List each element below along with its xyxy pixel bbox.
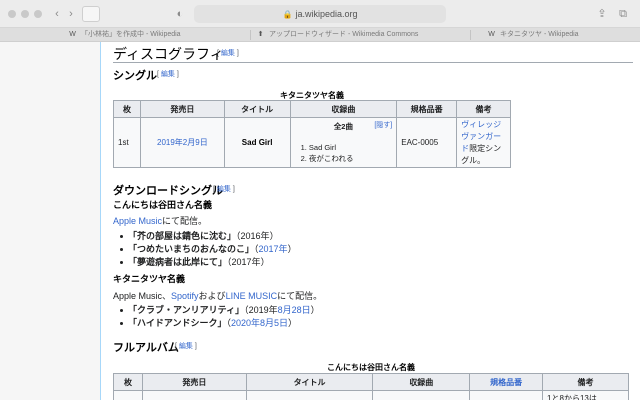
commons-icon: ⬆ xyxy=(257,30,264,38)
group2-intro: Apple Music、SpotifyおよびLINE MUSICにて配信。 xyxy=(113,291,323,301)
full-albums-edit-link[interactable]: [ 編集 ] xyxy=(175,341,197,351)
sidebar-icon[interactable] xyxy=(82,6,100,22)
article-content: ディスコグラフィ [ 編集 ] シングル [ 編集 ] キタニタツヤ名義 枚 発… xyxy=(100,42,640,400)
date-link[interactable]: 8月28日 xyxy=(278,305,311,315)
lock-icon: 🔒 xyxy=(282,10,293,19)
share-icon[interactable]: ⇪ xyxy=(596,6,608,22)
tracklist-cell: 全2曲 [隠す] 1. Sad Girl 2. 夜がこわれる xyxy=(289,117,398,168)
single-note: ヴィレッジヴァンガード限定シングル。 xyxy=(456,117,511,168)
download-singles-edit-link[interactable]: [ 編集 ] xyxy=(213,184,235,194)
col-header: 備考 xyxy=(456,100,511,118)
single-title: Sad Girl xyxy=(223,117,291,168)
tab-draft[interactable]: W 「小林祐」を作成中 - Wikipedia xyxy=(68,28,218,42)
tab-commons-upload[interactable]: ⬆ アップロードウィザード - Wikimedia Commons xyxy=(256,28,436,42)
albums-table: 枚 発売日 タイトル 収録曲 規格品番 備考 1と8から13は xyxy=(113,373,629,400)
forward-icon[interactable]: › xyxy=(64,6,78,22)
close-window-button[interactable] xyxy=(8,10,16,18)
release-date-link[interactable]: 2019年2月9日 xyxy=(139,117,225,168)
catalog-number-link: 規格品番 xyxy=(490,377,523,387)
year-link[interactable]: 2017年 xyxy=(259,244,288,254)
zoom-window-button[interactable] xyxy=(34,10,42,18)
section-title: ディスコグラフィ xyxy=(113,47,224,63)
list-item: 「つめたいまちのおんなのこ」（2017年） xyxy=(119,243,297,256)
section-edit-link[interactable]: [ 編集 ] xyxy=(217,48,239,58)
group1-intro: Apple Musicにて配信。 xyxy=(113,216,208,226)
track-item: 2. 夜がこわれる xyxy=(300,154,354,163)
tab-bar: W 「小林祐」を作成中 - Wikipedia ⬆ アップロードウィザード - Wi… xyxy=(0,28,640,42)
album-note: 1と8から13は xyxy=(542,390,629,400)
download-singles-heading: ダウンロードシングル xyxy=(113,185,223,197)
singles-edit-link[interactable]: [ 編集 ] xyxy=(157,69,179,79)
hide-tracklist-link[interactable]: [隠す] xyxy=(374,120,392,130)
group1-heading: こんにちは谷田さん名義 xyxy=(113,200,213,210)
group1-list: 「芥の部屋は錆色に沈む」（2016年） 「つめたいまちのおんなのこ」（2017年… xyxy=(119,230,297,269)
list-item: 「夢遊病者は此岸にて」（2017年） xyxy=(119,256,297,269)
catalog-number: EAC-0005 xyxy=(396,117,458,168)
wikipedia-icon: W xyxy=(488,30,495,38)
apple-music-link[interactable]: Apple Music xyxy=(113,216,162,226)
col-header: 発売日 xyxy=(139,100,225,118)
list-item: 「芥の部屋は錆色に沈む」（2016年） xyxy=(119,230,297,243)
group2-heading: キタニタツヤ名義 xyxy=(113,274,186,284)
table-row: 1と8から13は xyxy=(113,390,629,400)
tracklist: 1. Sad Girl 2. 夜がこわれる xyxy=(295,142,393,164)
url-text: ja.wikipedia.org xyxy=(295,9,358,19)
tab-overview-icon[interactable]: ⧉ xyxy=(616,6,630,22)
full-albums-heading: フルアルバム xyxy=(113,342,179,354)
wikipedia-icon: W xyxy=(69,30,76,38)
col-header: タイトル xyxy=(223,100,291,118)
left-sidebar xyxy=(0,42,100,400)
col-header: 枚 xyxy=(113,100,141,118)
list-item: 「ハイドアンドシーク」（2020年8月5日） xyxy=(119,317,320,330)
col-header: 発売日 xyxy=(141,373,247,391)
tab-kitani-tatsuya[interactable]: W キタニタツヤ - Wikipedia xyxy=(487,28,637,42)
singles-heading: シングル xyxy=(113,70,157,82)
address-bar[interactable]: 🔒 ja.wikipedia.org xyxy=(194,5,446,23)
single-number: 1st xyxy=(113,117,141,168)
table-row: 1st 2019年2月9日 Sad Girl 全2曲 [隠す] 1. Sad G… xyxy=(113,117,511,168)
col-header: タイトル xyxy=(245,373,374,391)
back-icon[interactable]: ‹ xyxy=(50,6,64,22)
browser-toolbar: ‹ › ◐ 🔒 ja.wikipedia.org ⇪ ⧉ xyxy=(0,0,640,28)
albums-caption: こんにちは谷田さん名義 xyxy=(327,363,415,372)
list-item: 「クラブ・アンリアリティ」（2019年8月28日） xyxy=(119,304,320,317)
col-header: 規格品番 xyxy=(396,100,458,118)
line-music-link[interactable]: LINE MUSIC xyxy=(226,291,278,301)
group2-list: 「クラブ・アンリアリティ」（2019年8月28日） 「ハイドアンドシーク」（20… xyxy=(119,304,320,330)
col-header: 収録曲 xyxy=(372,373,471,391)
col-header: 収録曲 xyxy=(289,100,398,118)
date-link[interactable]: 2020年8月5日 xyxy=(231,318,288,328)
col-header: 枚 xyxy=(113,373,143,391)
singles-table: 枚 発売日 タイトル 収録曲 規格品番 備考 1st 2019年2月9日 Sad… xyxy=(113,100,511,168)
privacy-shield-icon[interactable]: ◐ xyxy=(174,6,186,22)
spotify-link[interactable]: Spotify xyxy=(171,291,199,301)
col-header: 備考 xyxy=(542,373,629,391)
track-item: 1. Sad Girl xyxy=(300,143,336,152)
minimize-window-button[interactable] xyxy=(21,10,29,18)
col-header[interactable]: 規格品番 xyxy=(469,373,544,391)
